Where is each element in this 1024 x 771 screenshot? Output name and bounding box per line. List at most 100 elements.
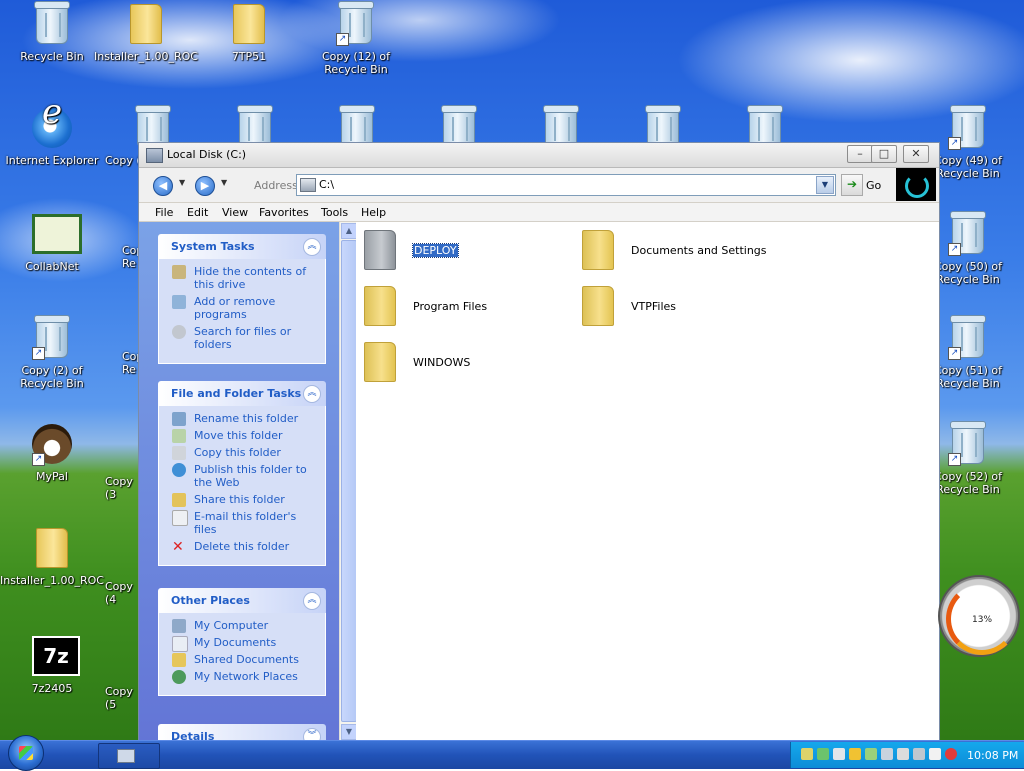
task-publish-folder[interactable]: Publish this folder to the Web	[172, 463, 317, 489]
scroll-up-icon[interactable]: ▲	[341, 223, 357, 239]
task-add-remove-programs[interactable]: Add or remove programs	[172, 295, 317, 321]
task-copy-folder[interactable]: Copy this folder	[172, 446, 317, 460]
taskbar-clock[interactable]: 10:08 PM	[967, 749, 1018, 762]
title-bar[interactable]: Local Disk (C:) – □ ✕	[139, 143, 939, 168]
place-my-computer[interactable]: My Computer	[172, 619, 317, 633]
forward-button[interactable]: ▶	[195, 176, 215, 196]
cpu-gauge-gadget[interactable]: 13%	[938, 575, 1020, 657]
go-arrow-icon[interactable]: ➔	[841, 174, 863, 196]
place-shared-documents[interactable]: Shared Documents	[172, 653, 317, 667]
folder-item-vtpfiles[interactable]: VTPFiles	[574, 280, 784, 328]
file-folder-tasks-header[interactable]: File and Folder Tasks ︽	[158, 381, 326, 406]
tray-display-icon[interactable]	[833, 748, 845, 760]
globe-icon	[172, 463, 186, 477]
place-my-documents[interactable]: My Documents	[172, 636, 317, 652]
task-email-files[interactable]: E-mail this folder's files	[172, 510, 317, 536]
details-panel: Details ︾	[158, 724, 326, 741]
other-places-header[interactable]: Other Places ︽	[158, 588, 326, 613]
system-tasks-header[interactable]: System Tasks ︽	[158, 234, 326, 259]
tray-key-icon[interactable]	[801, 748, 813, 760]
menu-edit[interactable]: Edit	[187, 206, 208, 219]
tray-monitor-icon[interactable]	[929, 748, 941, 760]
go-button[interactable]: Go	[866, 179, 881, 192]
task-pane-scrollbar[interactable]: ▲ ▼	[339, 222, 357, 741]
desktop-icon-collabnet[interactable]: CollabNet	[0, 214, 104, 273]
task-hide-drive-contents[interactable]: Hide the contents of this drive	[172, 265, 317, 291]
tray-alert-icon[interactable]	[945, 748, 957, 760]
desktop-icon-partial[interactable]: Copy (4	[100, 580, 140, 606]
tray-app-icon[interactable]	[881, 748, 893, 760]
place-my-network-places[interactable]: My Network Places	[172, 670, 317, 684]
desktop-icon-partial[interactable]: Cop Re	[100, 350, 143, 376]
shortcut-arrow-icon: ↗	[948, 347, 961, 360]
taskbar-item-explorer[interactable]	[98, 743, 160, 769]
task-rename-folder[interactable]: Rename this folder	[172, 412, 317, 426]
desktop-icon-label: Copy (4	[105, 580, 133, 606]
folder-item-windows[interactable]: WINDOWS	[356, 336, 566, 384]
desktop-icon-internet-explorer[interactable]: Internet Explorer	[0, 106, 104, 167]
address-toolbar: ◀ ▼ ▶ ▼ Address C:\ ▼ ➔ Go	[139, 168, 939, 203]
task-search-files[interactable]: Search for files or folders	[172, 325, 317, 351]
tray-shield-icon[interactable]	[849, 748, 861, 760]
collapse-chevron-icon[interactable]: ︽	[303, 385, 321, 403]
desktop-icon-mypal[interactable]: ↗ MyPal	[0, 424, 104, 483]
desktop-icon-label: Internet Explorer	[5, 154, 99, 167]
desktop-icon-7tp51[interactable]: 7TP51	[197, 4, 301, 63]
address-dropdown-icon[interactable]: ▼	[816, 176, 834, 194]
desktop-icon-copy-12-recycle-bin[interactable]: ↗ Copy (12) of Recycle Bin	[304, 1, 408, 76]
desktop-icon-partial[interactable]: Copy (3	[100, 475, 140, 501]
tray-hardware-icon[interactable]	[913, 748, 925, 760]
back-dropdown-icon[interactable]: ▼	[179, 178, 185, 187]
task-delete-folder[interactable]: ✕ Delete this folder	[172, 539, 317, 555]
shortcut-arrow-icon: ↗	[948, 137, 961, 150]
drive-icon	[146, 148, 163, 163]
task-move-folder[interactable]: Move this folder	[172, 429, 317, 443]
collapse-chevron-icon[interactable]: ︽	[303, 238, 321, 256]
desktop-icon-partial[interactable]: Copy (5	[100, 685, 140, 711]
back-button[interactable]: ◀	[153, 176, 173, 196]
details-header[interactable]: Details ︾	[158, 724, 326, 741]
close-button[interactable]: ✕	[903, 145, 929, 163]
desktop-icon-label: Copy (3	[105, 475, 133, 501]
desktop-icon-partial[interactable]: Cop Re	[100, 244, 143, 270]
shortcut-arrow-icon: ↗	[32, 453, 45, 466]
recycle-bin-icon: ↗	[32, 315, 72, 360]
place-label: My Computer	[194, 619, 269, 632]
folder-item-documents-and-settings[interactable]: Documents and Settings	[574, 224, 784, 272]
menu-file[interactable]: File	[155, 206, 173, 219]
collapse-chevron-icon[interactable]: ︽	[303, 592, 321, 610]
menu-tools[interactable]: Tools	[321, 206, 348, 219]
desktop-icon-recycle-bin[interactable]: Recycle Bin	[0, 1, 104, 63]
folder-item-deploy[interactable]: DEPLOY	[356, 224, 566, 272]
tray-bars-icon[interactable]	[897, 748, 909, 760]
folder-icon	[582, 230, 614, 270]
menu-view[interactable]: View	[222, 206, 248, 219]
desktop-icon-installer-folder[interactable]: Installer_1.00_ROC	[0, 528, 104, 587]
shortcut-arrow-icon: ↗	[336, 33, 349, 46]
7zip-icon: 7z	[32, 636, 80, 676]
network-icon	[172, 670, 186, 684]
task-share-folder[interactable]: Share this folder	[172, 493, 317, 507]
desktop-icon-copy-2-recycle-bin[interactable]: ↗ Copy (2) of Recycle Bin	[0, 315, 104, 390]
menu-help[interactable]: Help	[361, 206, 386, 219]
desktop-icon-installer[interactable]: Installer_1.00_ROC	[94, 4, 198, 63]
tray-update-icon[interactable]	[865, 748, 877, 760]
programs-icon	[172, 295, 186, 309]
minimize-button[interactable]: –	[847, 145, 873, 163]
panel-title: File and Folder Tasks	[171, 387, 302, 400]
rename-icon	[172, 412, 186, 426]
scroll-thumb[interactable]	[341, 240, 357, 722]
scroll-down-icon[interactable]: ▼	[341, 724, 357, 740]
delete-x-icon: ✕	[172, 539, 184, 555]
folder-item-program-files[interactable]: Program Files	[356, 280, 566, 328]
maximize-button[interactable]: □	[871, 145, 897, 163]
task-pane: System Tasks ︽ Hide the contents of this…	[139, 222, 339, 741]
address-label: Address	[254, 179, 298, 192]
menu-favorites[interactable]: Favorites	[259, 206, 309, 219]
forward-dropdown-icon[interactable]: ▼	[221, 178, 227, 187]
start-button[interactable]	[8, 735, 44, 771]
documents-icon	[172, 636, 188, 652]
tray-network-icon[interactable]	[817, 748, 829, 760]
desktop-icon-7z2405[interactable]: 7z 7z2405	[0, 636, 104, 695]
address-input[interactable]: C:\ ▼	[296, 174, 836, 196]
